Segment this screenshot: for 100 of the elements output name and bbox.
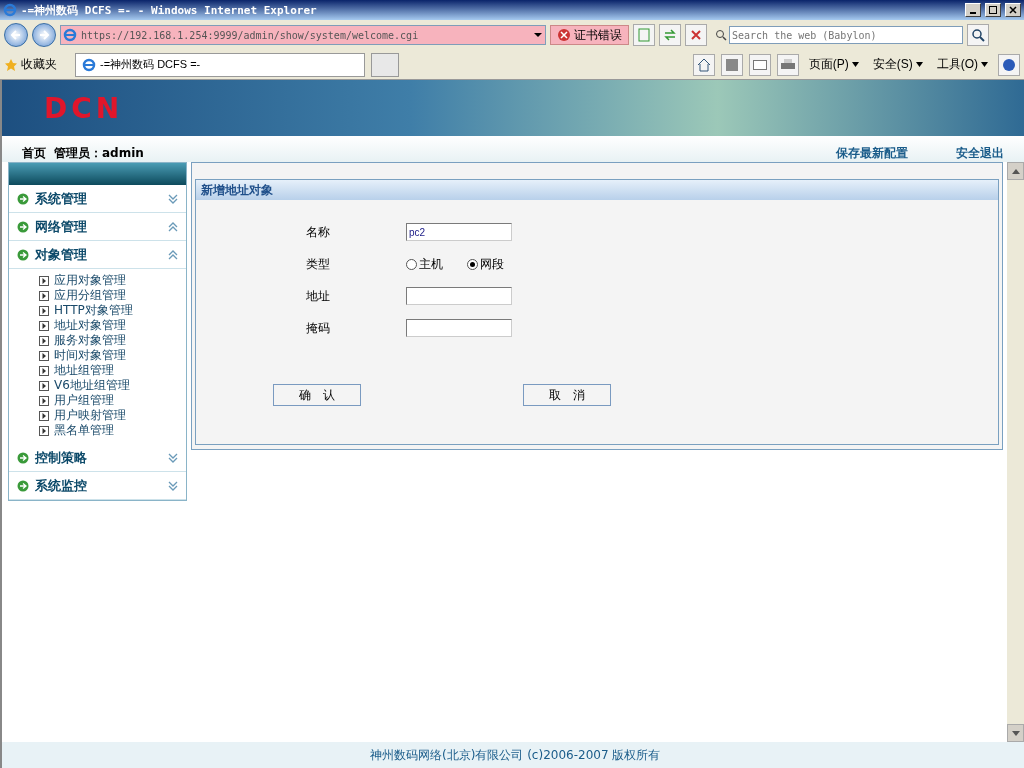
address-text: https://192.168.1.254:9999/admin/show/system/welcome.cgi [81, 29, 420, 41]
toolbar-menu[interactable]: 页面(P) [804, 56, 863, 73]
sidebar-item[interactable]: 用户组管理 [39, 393, 186, 408]
play-box-icon [39, 350, 49, 361]
mail-button[interactable] [748, 53, 771, 76]
text-field[interactable] [406, 287, 512, 305]
chevron-up-icon [168, 221, 178, 232]
refresh-button[interactable] [659, 24, 681, 46]
address-bar[interactable]: https://192.168.1.254:9999/admin/show/system/welcome.cgi [60, 25, 546, 45]
sidebar-item[interactable]: 黑名单管理 [39, 423, 186, 438]
play-box-icon [39, 320, 49, 331]
star-icon [4, 57, 18, 72]
favorites-button[interactable]: 收藏夹 [4, 56, 57, 73]
envelope-icon [752, 59, 767, 70]
sidebar-item[interactable]: 时间对象管理 [39, 348, 186, 363]
field-label: 地址 [306, 287, 331, 305]
chevron-down-icon [168, 193, 178, 204]
text-field[interactable] [406, 319, 512, 337]
play-box-icon [39, 335, 49, 346]
logo: DCN [44, 91, 124, 125]
search-icon [971, 28, 985, 42]
form-button[interactable]: 取 消 [523, 384, 611, 406]
caret-icon [981, 62, 988, 67]
certificate-error-button[interactable]: 证书错误 [550, 25, 629, 45]
stop-button[interactable] [685, 24, 707, 46]
sidebar-item[interactable]: HTTP对象管理 [39, 303, 186, 318]
sidebar-item[interactable]: 应用对象管理 [39, 273, 186, 288]
field-label: 类型 [306, 255, 331, 273]
stop-icon [690, 29, 702, 41]
sidebar-item[interactable]: 地址组管理 [39, 363, 186, 378]
page-icon [637, 28, 651, 42]
copyright-text: 神州数码网络(北京)有限公司 (c)2006-2007 版权所有 [370, 746, 661, 764]
minimize-button[interactable] [965, 3, 981, 17]
play-box-icon [39, 395, 49, 406]
radio-label: 网段 [480, 255, 504, 273]
play-box-icon [39, 410, 49, 421]
window-title: -=神州数码 DCFS =- - Windows Internet Explorer [21, 2, 318, 18]
back-button[interactable] [4, 23, 28, 47]
error-icon [557, 28, 571, 42]
forward-button[interactable] [32, 23, 56, 47]
sidebar-item[interactable]: 应用分组管理 [39, 288, 186, 303]
play-box-icon [39, 425, 49, 436]
arrow-right-icon [38, 29, 50, 41]
arrow-circle-icon [17, 220, 29, 233]
caret-icon [915, 62, 923, 67]
scroll-up-icon [1011, 168, 1020, 174]
search-field[interactable]: Search the web (Babylon) [729, 26, 963, 44]
text-field[interactable]: pc2 [406, 223, 512, 241]
play-box-icon [39, 275, 49, 286]
new-tab-button[interactable] [371, 52, 399, 77]
caret-icon [851, 62, 859, 67]
sidebar-item[interactable]: 服务对象管理 [39, 333, 186, 348]
play-box-icon [39, 290, 49, 301]
form-button[interactable]: 确 认 [273, 384, 361, 406]
radio-button[interactable] [467, 258, 478, 270]
help-button[interactable] [998, 53, 1020, 76]
radio-label: 主机 [419, 255, 443, 273]
search-button[interactable] [967, 24, 989, 46]
refresh-icon [663, 28, 677, 42]
header-link[interactable]: 安全退出 [956, 145, 1004, 162]
chevron-down-icon [168, 480, 178, 491]
chevron-up-icon [168, 249, 178, 260]
print-button[interactable] [776, 53, 799, 76]
arrow-circle-icon [17, 479, 29, 492]
scrollbar[interactable] [1007, 162, 1024, 742]
sidebar-item[interactable]: V6地址组管理 [39, 378, 186, 393]
header-link[interactable]: 保存最新配置 [836, 145, 908, 162]
toolbar-menu[interactable]: 工具(O) [932, 56, 992, 73]
chevron-down-icon [168, 452, 178, 463]
play-box-icon [39, 365, 49, 376]
field-label: 掩码 [306, 319, 331, 337]
arrow-circle-icon [17, 451, 29, 464]
maximize-icon [989, 6, 997, 14]
home-button[interactable] [692, 53, 715, 76]
arrow-left-icon [10, 29, 22, 41]
feeds-button[interactable] [720, 53, 743, 76]
close-icon [1009, 6, 1017, 14]
sidebar-item[interactable]: 用户映射管理 [39, 408, 186, 423]
browser-tab[interactable]: -=神州数码 DCFS =- [75, 52, 365, 77]
scroll-down-icon [1011, 730, 1020, 736]
sidebar-item[interactable]: 地址对象管理 [39, 318, 186, 333]
radio-button[interactable] [406, 258, 417, 270]
arrow-circle-icon [17, 248, 29, 261]
printer-icon [780, 58, 795, 71]
maximize-button[interactable] [985, 3, 1001, 17]
search-icon [715, 29, 727, 41]
globe-e-icon [3, 3, 17, 17]
admin-label: 管理员：admin [54, 145, 144, 162]
dropdown-caret-icon [533, 30, 543, 40]
play-box-icon [39, 305, 49, 316]
form-title: 新增地址对象 [196, 180, 998, 200]
globe-e-icon [63, 28, 77, 42]
arrow-circle-icon [17, 192, 29, 205]
field-label: 名称 [306, 223, 331, 241]
globe-e-icon [82, 57, 96, 72]
toolbar-menu[interactable]: 安全(S) [868, 56, 927, 73]
play-box-icon [39, 380, 49, 391]
home-icon [696, 57, 711, 72]
home-link[interactable]: 首页 [22, 145, 46, 162]
close-button[interactable] [1005, 3, 1021, 17]
